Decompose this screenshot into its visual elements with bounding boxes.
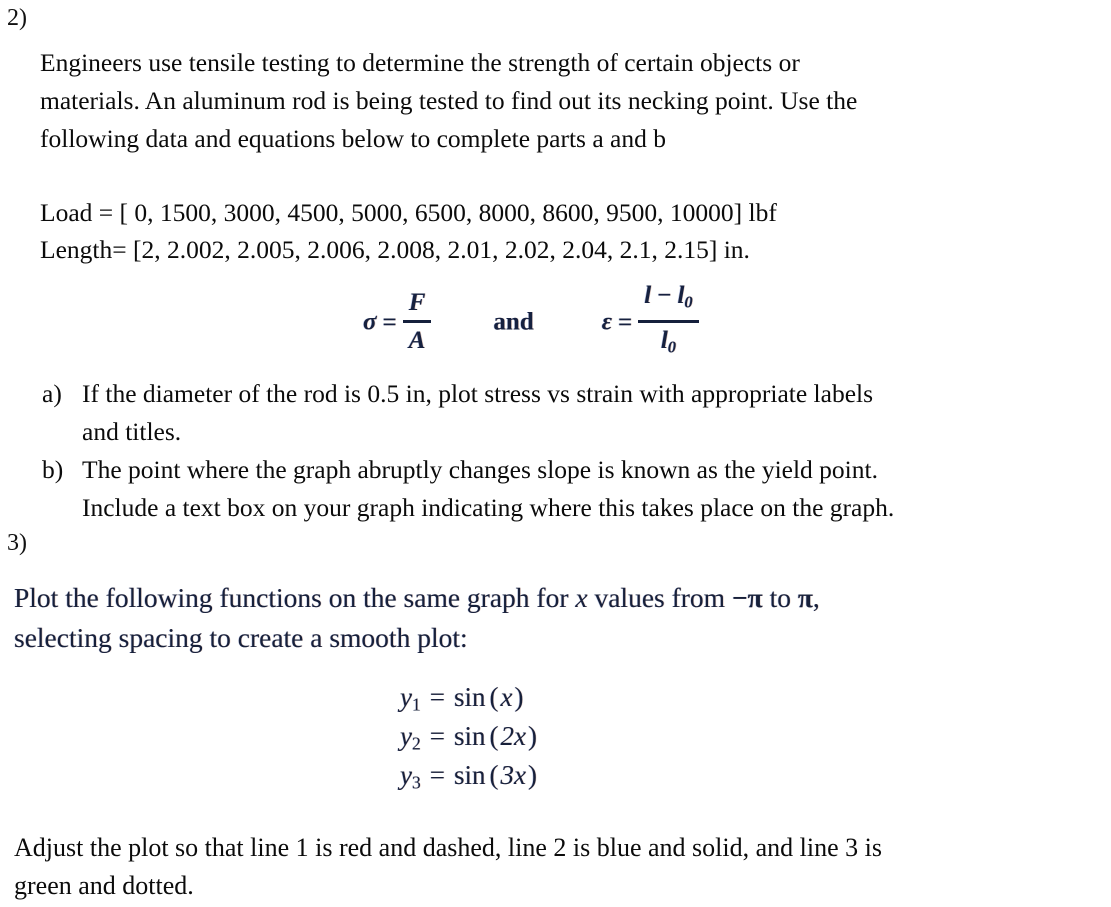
- y1-open-paren: (: [489, 682, 499, 712]
- part-b-line-2: Include a text box on your graph indicat…: [82, 493, 895, 522]
- problem-2-number: 2): [7, 5, 27, 31]
- y2-close-paren: ): [527, 721, 537, 751]
- prompt-neg-pi: −π: [731, 582, 763, 613]
- problem-3-number: 3): [7, 530, 27, 556]
- y3-argument: 3x: [500, 760, 526, 790]
- equations-row: σ = F Aand ε = l − l0 l0: [363, 282, 699, 363]
- strain-num-l0-subscript: 0: [684, 292, 693, 312]
- stress-fraction: FA: [402, 288, 432, 356]
- equations-conjunction: and: [493, 308, 534, 336]
- sigma-symbol: σ: [363, 308, 377, 336]
- y2-equals-sign: =: [429, 721, 445, 751]
- problem-2-intro-line-3: following data and equations below to co…: [40, 124, 666, 153]
- y2-function-name: sin: [453, 721, 486, 751]
- y1-subscript: 1: [411, 694, 421, 715]
- strain-fraction: l − l0 l0: [638, 281, 699, 363]
- part-a-marker: a): [42, 379, 62, 408]
- problem-3-prompt-line-2: selecting spacing to create a smooth plo…: [14, 622, 468, 653]
- strain-numerator: l − l0: [638, 281, 698, 319]
- y1-function-name: sin: [453, 682, 486, 712]
- prompt-text-c: to: [762, 582, 798, 613]
- y2-open-paren: (: [489, 721, 499, 751]
- part-a-line-2: and titles.: [82, 417, 182, 446]
- stress-fraction-bar: [402, 319, 432, 323]
- strain-den-l0-subscript: 0: [667, 337, 677, 357]
- y3-function-name: sin: [453, 760, 486, 790]
- prompt-text-b: values from: [587, 582, 732, 613]
- problem-3-closing-line-2: green and dotted.: [14, 871, 194, 900]
- stress-equals-sign: =: [382, 308, 397, 336]
- epsilon-symbol: ε: [601, 308, 612, 336]
- stress-numerator: F: [408, 288, 426, 316]
- y2-subscript: 2: [411, 733, 421, 754]
- part-b-line-1: The point where the graph abruptly chang…: [82, 455, 878, 484]
- y3-close-paren: ): [527, 760, 537, 790]
- strain-denominator: l0: [638, 325, 698, 363]
- problem-2-intro-line-1: Engineers use tensile testing to determi…: [40, 48, 800, 77]
- prompt-x-variable: x: [575, 582, 588, 613]
- prompt-text-d: ,: [812, 582, 820, 613]
- prompt-pi: π: [797, 582, 813, 613]
- problem-2-intro-line-2: materials. An aluminum rod is being test…: [40, 86, 858, 115]
- part-a-line-1: If the diameter of the rod is 0.5 in, pl…: [82, 379, 874, 408]
- y3-open-paren: (: [489, 760, 499, 790]
- strain-fraction-bar: [638, 319, 699, 323]
- function-equation-y3: y3 = sin (3x): [400, 756, 537, 803]
- y1-close-paren: ): [514, 682, 524, 712]
- length-data-line: Length= [2, 2.002, 2.005, 2.006, 2.008, …: [40, 235, 750, 264]
- strain-den-l0: l: [660, 326, 668, 354]
- y1-label: y1: [400, 682, 421, 715]
- load-data-line: Load = [ 0, 1500, 3000, 4500, 5000, 6500…: [40, 198, 777, 227]
- y1-argument: x: [500, 682, 513, 712]
- problem-3-prompt-line-1: Plot the following functions on the same…: [14, 578, 820, 617]
- y3-equals-sign: =: [429, 760, 445, 790]
- strain-minus-sign: −: [657, 282, 672, 309]
- problem-3-closing-line-1: Adjust the plot so that line 1 is red an…: [14, 833, 882, 862]
- prompt-text-a: Plot the following functions on the same…: [14, 582, 576, 613]
- y3-label: y3: [400, 760, 421, 793]
- y3-subscript: 3: [411, 772, 421, 793]
- y2-label: y2: [400, 721, 421, 754]
- stress-denominator: A: [408, 326, 426, 354]
- y1-equals-sign: =: [429, 682, 445, 712]
- y2-argument: 2x: [500, 721, 526, 751]
- strain-equals-sign: =: [618, 308, 633, 336]
- part-b-marker: b): [42, 455, 64, 484]
